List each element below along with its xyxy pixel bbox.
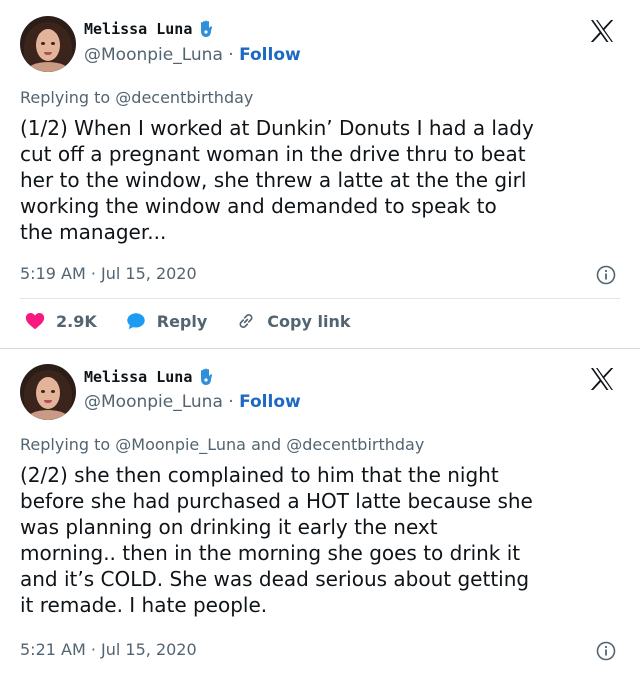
tweet-line: morning.. then in the morning she goes t… xyxy=(20,541,521,565)
heart-icon xyxy=(25,313,45,330)
separator: · xyxy=(228,45,234,65)
handle[interactable]: @Moonpie_Luna xyxy=(84,45,223,65)
handle-row: @Moonpie_Luna · Follow xyxy=(84,45,301,65)
link-icon xyxy=(239,314,253,328)
handle-row: @Moonpie_Luna · Follow xyxy=(84,392,301,412)
timestamp[interactable]: 5:21 AM · Jul 15, 2020 xyxy=(20,640,197,659)
author-name[interactable]: Melissa Luna xyxy=(84,368,214,386)
hamsa-icon xyxy=(201,368,213,385)
tweet-card-2: Melissa Luna @Moonpie_Luna · Follow Repl… xyxy=(0,350,640,676)
author-name-text[interactable]: Melissa Luna xyxy=(84,368,192,386)
tweet-text: (2/2) she then complained to him that th… xyxy=(20,462,630,618)
follow-button[interactable]: Follow xyxy=(239,45,301,65)
info-icon[interactable] xyxy=(596,641,616,661)
tweet-line: before she had purchased a HOT latte bec… xyxy=(20,489,533,513)
avatar[interactable] xyxy=(20,16,76,72)
x-logo-icon[interactable] xyxy=(590,368,614,390)
tweet-line: (1/2) When I worked at Dunkin’ Donuts I … xyxy=(20,116,534,140)
tweet-line: the manager... xyxy=(20,220,167,244)
divider xyxy=(20,298,620,299)
info-icon[interactable] xyxy=(596,265,616,285)
avatar[interactable] xyxy=(20,364,76,420)
like-button[interactable]: 2.9K xyxy=(24,310,97,332)
like-count: 2.9K xyxy=(56,311,97,331)
handle[interactable]: @Moonpie_Luna xyxy=(84,392,223,412)
tweet-line: working the window and demanded to speak… xyxy=(20,194,497,218)
x-logo-icon[interactable] xyxy=(590,20,614,42)
tweet-card-1: Melissa Luna @Moonpie_Luna · Follow Repl… xyxy=(0,0,640,349)
follow-button[interactable]: Follow xyxy=(239,392,301,412)
tweet-line: her to the window, she threw a latte at … xyxy=(20,168,527,192)
reply-bubble-icon xyxy=(127,313,145,330)
reply-button[interactable]: Reply xyxy=(125,310,208,332)
copy-link-button[interactable]: Copy link xyxy=(235,310,350,332)
hamsa-icon xyxy=(201,20,213,37)
tweet-line: was planning on drinking it early the ne… xyxy=(20,515,438,539)
replying-to[interactable]: Replying to @Moonpie_Luna and @decentbir… xyxy=(20,435,424,454)
timestamp[interactable]: 5:19 AM · Jul 15, 2020 xyxy=(20,264,197,283)
separator: · xyxy=(228,392,234,412)
author-name-text[interactable]: Melissa Luna xyxy=(84,20,192,38)
action-bar: 2.9K Reply Copy link xyxy=(24,310,378,332)
copy-link-label: Copy link xyxy=(267,311,351,331)
author-name[interactable]: Melissa Luna xyxy=(84,20,214,38)
tweet-line: (2/2) she then complained to him that th… xyxy=(20,463,499,487)
tweet-text: (1/2) When I worked at Dunkin’ Donuts I … xyxy=(20,115,630,245)
tweet-line: cut off a pregnant woman in the drive th… xyxy=(20,142,526,166)
reply-label: Reply xyxy=(156,311,208,331)
tweet-line: and it’s COLD. She was dead serious abou… xyxy=(20,567,530,591)
tweet-line: it remade. I hate people. xyxy=(20,593,268,617)
replying-to[interactable]: Replying to @decentbirthday xyxy=(20,88,253,107)
